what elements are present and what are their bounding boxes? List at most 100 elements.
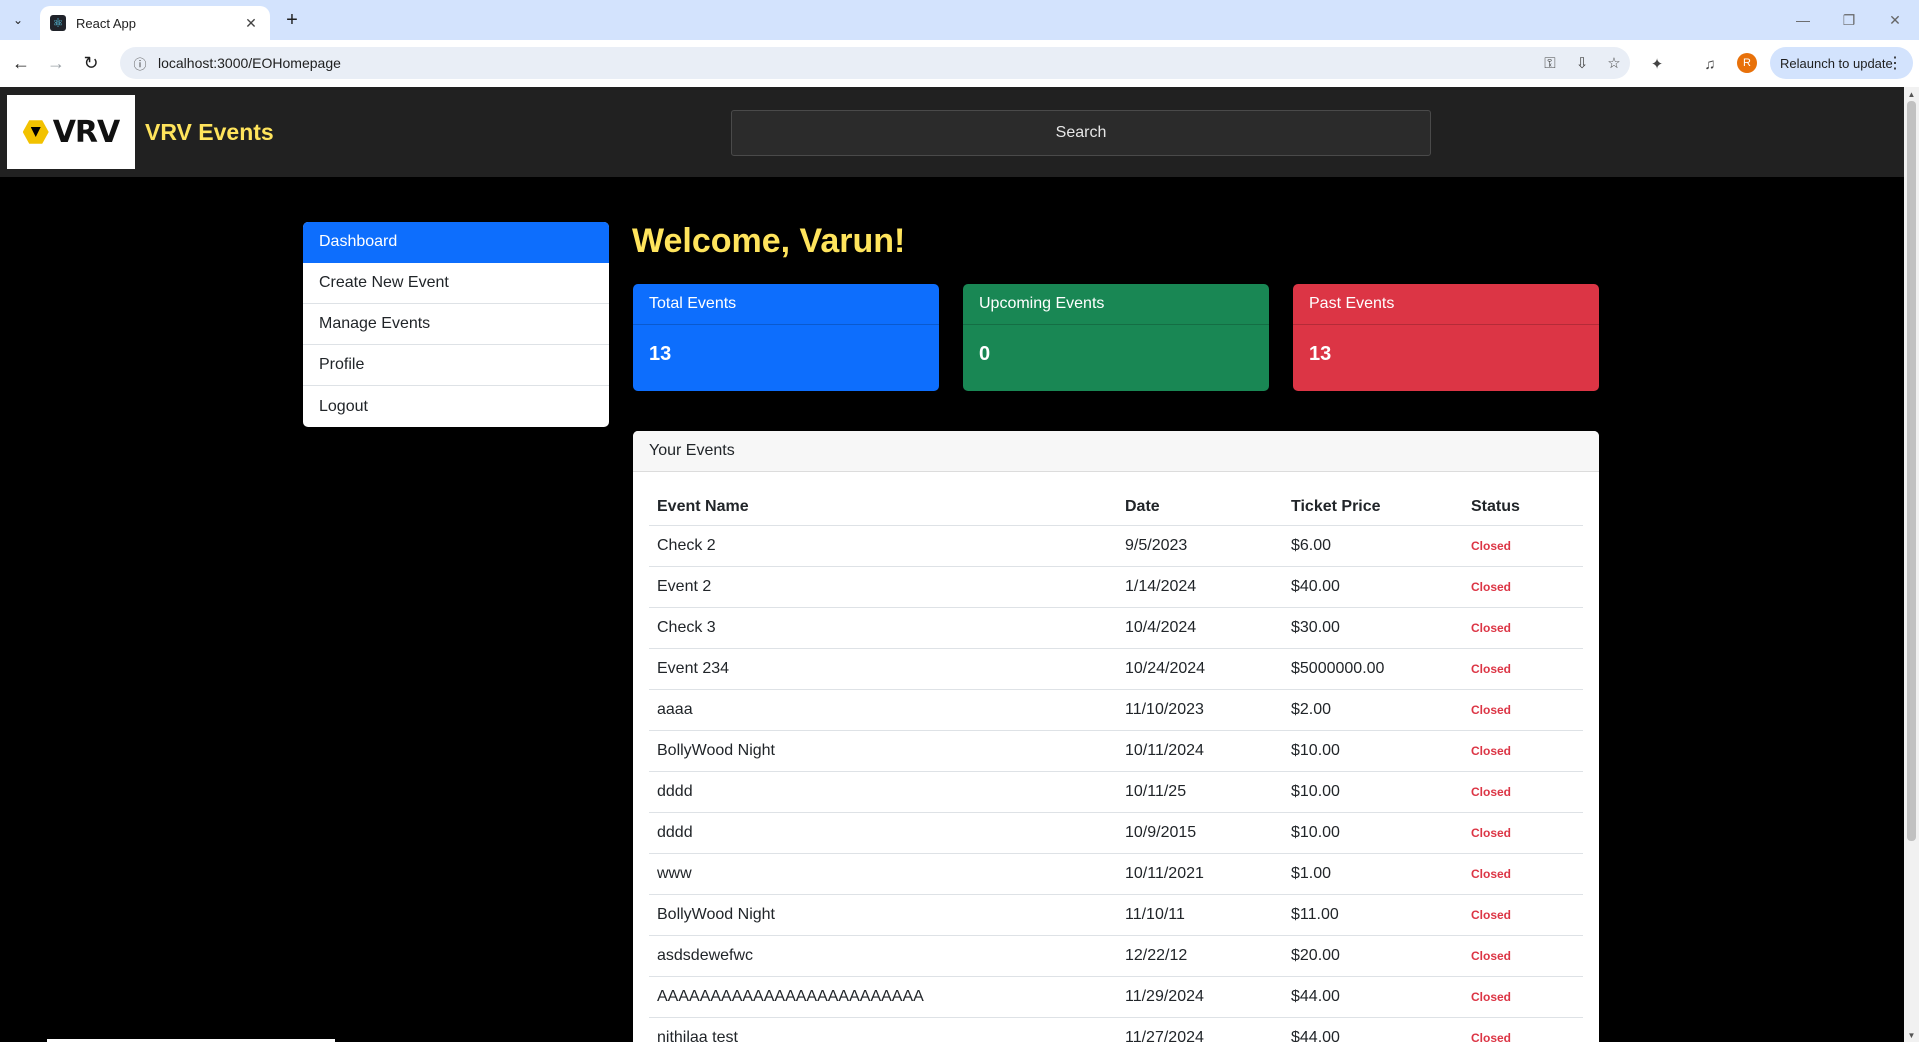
event-date-cell: 11/29/2024 <box>1117 976 1283 1018</box>
app-header: VRV VRV Events <box>0 87 1904 177</box>
upcoming-events-value: 0 <box>979 343 991 365</box>
ticket-price-cell: $10.00 <box>1283 771 1463 813</box>
event-name-cell: dddd <box>649 812 1117 854</box>
your-events-card: Your Events Event Name Date Ticket Price… <box>633 431 1599 1042</box>
table-row[interactable]: nithilaa test 11/27/2024 $44.00 Closed <box>649 1017 1583 1042</box>
event-name-cell: Event 234 <box>649 648 1117 690</box>
ticket-price-cell: $10.00 <box>1283 812 1463 854</box>
status-badge: Closed <box>1463 1017 1583 1042</box>
event-date-cell: 10/11/25 <box>1117 771 1283 813</box>
status-badge: Closed <box>1463 894 1583 936</box>
column-header-date: Date <box>1117 489 1283 526</box>
event-name-cell: BollyWood Night <box>649 894 1117 936</box>
table-row[interactable]: dddd 10/9/2015 $10.00 Closed <box>649 812 1583 854</box>
ticket-price-cell: $30.00 <box>1283 607 1463 649</box>
ticket-price-cell: $2.00 <box>1283 689 1463 731</box>
past-events-label: Past Events <box>1293 284 1599 325</box>
sidebar-item-manage-events[interactable]: Manage Events <box>303 304 609 345</box>
logo-text: VRV <box>52 114 121 150</box>
upcoming-events-label: Upcoming Events <box>963 284 1269 325</box>
table-row[interactable]: AAAAAAAAAAAAAAAAAAAAAAAAA 11/29/2024 $44.0… <box>649 976 1583 1018</box>
table-row[interactable]: Check 2 9/5/2023 $6.00 Closed <box>649 525 1583 567</box>
total-events-label: Total Events <box>633 284 939 325</box>
events-table-body: Check 2 9/5/2023 $6.00 Closed Event 2 1/14/20… <box>649 525 1583 1042</box>
scroll-thumb[interactable] <box>1907 101 1916 841</box>
status-badge: Closed <box>1463 566 1583 608</box>
scroll-down-arrow-icon[interactable]: ▼ <box>1904 1028 1919 1042</box>
new-tab-icon[interactable]: + <box>280 8 304 32</box>
profile-avatar[interactable]: R <box>1737 53 1757 73</box>
table-row[interactable]: Check 3 10/4/2024 $30.00 Closed <box>649 607 1583 649</box>
tab-search-chevron-icon[interactable]: ⌄ <box>6 8 30 32</box>
ticket-price-cell: $10.00 <box>1283 730 1463 772</box>
event-name-cell: AAAAAAAAAAAAAAAAAAAAAAAAA <box>649 976 1117 1018</box>
event-date-cell: 10/11/2024 <box>1117 730 1283 772</box>
page-scrollbar[interactable]: ▲ ▼ <box>1904 87 1919 1042</box>
address-bar[interactable]: ⓘ localhost:3000/EOHomepage ⚿ ⇩ ☆ <box>120 47 1630 79</box>
table-row[interactable]: Event 234 10/24/2024 $5000000.00 Closed <box>649 648 1583 690</box>
scroll-up-arrow-icon[interactable]: ▲ <box>1904 87 1919 101</box>
menu-kebab-icon[interactable]: ⋮ <box>1887 53 1903 73</box>
upcoming-events-card: Upcoming Events 0 <box>963 284 1269 391</box>
event-date-cell: 10/9/2015 <box>1117 812 1283 854</box>
ticket-price-cell: $5000000.00 <box>1283 648 1463 690</box>
minimize-icon[interactable]: — <box>1788 8 1818 32</box>
restore-icon[interactable]: ❐ <box>1834 8 1864 32</box>
reload-icon[interactable]: ↻ <box>78 50 104 76</box>
status-badge: Closed <box>1463 689 1583 731</box>
column-header-status: Status <box>1463 489 1583 526</box>
forward-icon[interactable]: → <box>43 50 69 76</box>
vrv-logo[interactable]: VRV <box>7 95 135 169</box>
media-controls-icon[interactable]: ♫ <box>1698 52 1722 76</box>
table-row[interactable]: BollyWood Night 10/11/2024 $10.00 Closed <box>649 730 1583 772</box>
table-row[interactable]: asdsdewefwc 12/22/12 $20.00 Closed <box>649 935 1583 977</box>
browser-toolbar: ← → ↻ ⓘ localhost:3000/EOHomepage ⚿ ⇩ ☆ … <box>0 40 1919 87</box>
status-badge: Closed <box>1463 525 1583 567</box>
event-date-cell: 11/27/2024 <box>1117 1017 1283 1042</box>
relaunch-label: Relaunch to update <box>1780 55 1893 71</box>
sidebar-item-create-new-event[interactable]: Create New Event <box>303 263 609 304</box>
password-key-icon[interactable]: ⚿ <box>1534 55 1566 72</box>
event-name-cell: aaaa <box>649 689 1117 731</box>
sidebar-item-dashboard[interactable]: Dashboard <box>303 222 609 263</box>
table-row[interactable]: aaaa 11/10/2023 $2.00 Closed <box>649 689 1583 731</box>
your-events-title: Your Events <box>633 431 1599 472</box>
back-icon[interactable]: ← <box>8 50 34 76</box>
window-close-icon[interactable]: ✕ <box>1880 8 1910 32</box>
total-events-card: Total Events 13 <box>633 284 939 391</box>
event-date-cell: 10/24/2024 <box>1117 648 1283 690</box>
extensions-icon[interactable]: ✦ <box>1645 52 1669 76</box>
table-row[interactable]: dddd 10/11/25 $10.00 Closed <box>649 771 1583 813</box>
browser-tab[interactable]: ⚛ React App ✕ <box>40 6 270 40</box>
status-badge: Closed <box>1463 853 1583 895</box>
event-date-cell: 9/5/2023 <box>1117 525 1283 567</box>
react-favicon-icon: ⚛ <box>50 15 66 31</box>
event-date-cell: 12/22/12 <box>1117 935 1283 977</box>
sidebar-item-logout[interactable]: Logout <box>303 386 609 427</box>
event-name-cell: BollyWood Night <box>649 730 1117 772</box>
search-input[interactable] <box>731 110 1431 156</box>
event-name-cell: dddd <box>649 771 1117 813</box>
past-events-card: Past Events 13 <box>1293 284 1599 391</box>
table-header-row: Event Name Date Ticket Price Status <box>649 489 1583 526</box>
event-date-cell: 10/11/2021 <box>1117 853 1283 895</box>
sidebar-item-profile[interactable]: Profile <box>303 345 609 386</box>
install-app-icon[interactable]: ⇩ <box>1566 54 1598 72</box>
column-header-event-name: Event Name <box>649 489 1117 526</box>
bookmark-star-icon[interactable]: ☆ <box>1598 54 1630 72</box>
brand-title[interactable]: VRV Events <box>145 119 274 146</box>
table-row[interactable]: Event 2 1/14/2024 $40.00 Closed <box>649 566 1583 608</box>
tab-close-icon[interactable]: ✕ <box>242 15 260 32</box>
relaunch-button[interactable]: Relaunch to update ⋮ <box>1770 47 1913 79</box>
event-date-cell: 10/4/2024 <box>1117 607 1283 649</box>
status-badge: Closed <box>1463 976 1583 1018</box>
event-name-cell: asdsdewefwc <box>649 935 1117 977</box>
tab-title: React App <box>76 15 136 31</box>
site-info-icon[interactable]: ⓘ <box>124 54 156 73</box>
url-text[interactable]: localhost:3000/EOHomepage <box>158 55 1534 71</box>
browser-tabstrip: ⌄ ⚛ React App ✕ + — ❐ ✕ <box>0 0 1919 40</box>
ticket-price-cell: $40.00 <box>1283 566 1463 608</box>
table-row[interactable]: www 10/11/2021 $1.00 Closed <box>649 853 1583 895</box>
table-row[interactable]: BollyWood Night 11/10/11 $11.00 Closed <box>649 894 1583 936</box>
events-table: Event Name Date Ticket Price Status Chec… <box>649 489 1583 1042</box>
